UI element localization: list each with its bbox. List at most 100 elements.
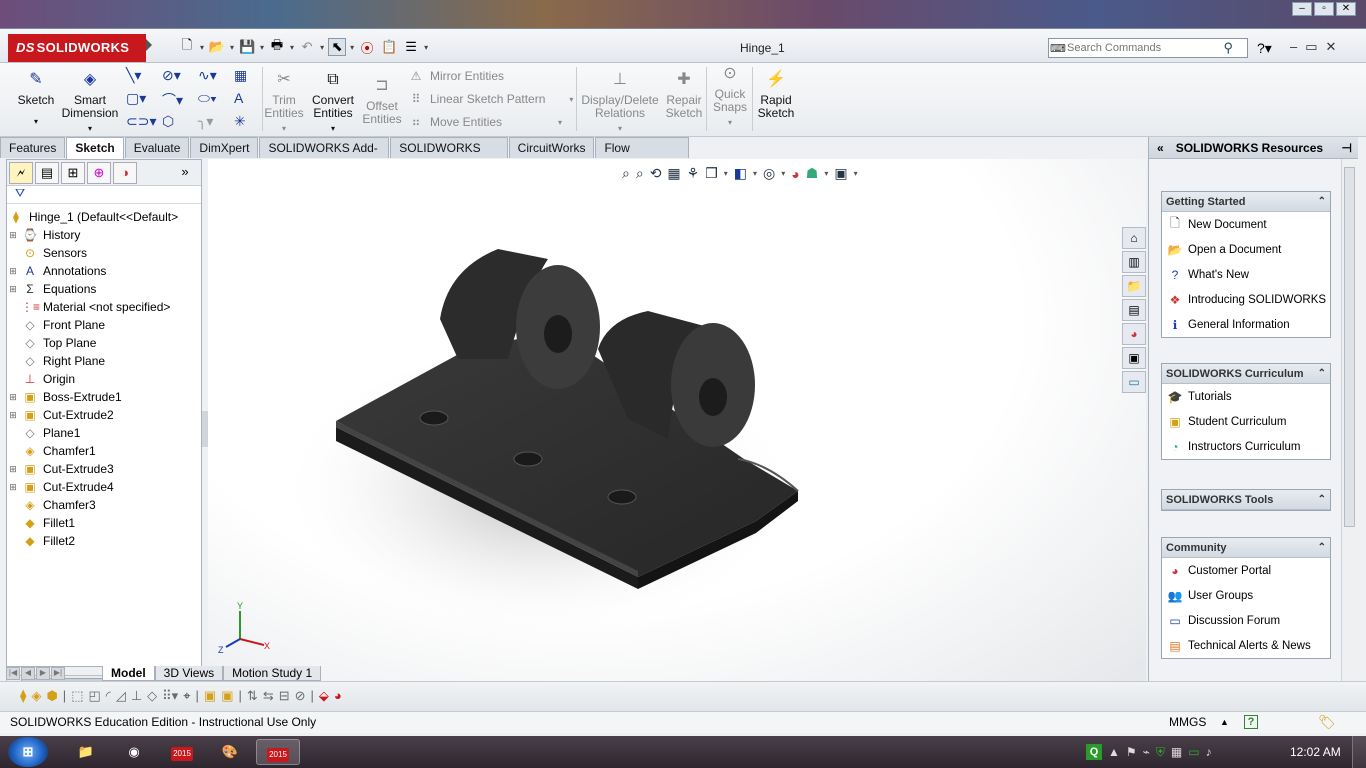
resource-link[interactable]: ◔ Instructors Curriculum xyxy=(1162,434,1330,459)
model-tab-model[interactable]: Model xyxy=(102,666,155,681)
fillet-sketch-icon[interactable]: ╮▾ xyxy=(198,113,234,136)
hinge-3d-model[interactable] xyxy=(208,159,1146,693)
expand-icon[interactable]: ⊞ xyxy=(7,410,19,421)
collapse-pane-icon[interactable]: « xyxy=(1157,137,1164,158)
tab-sketch[interactable]: Sketch xyxy=(66,137,124,159)
undo-icon[interactable]: ↶ xyxy=(298,38,316,56)
usb-icon[interactable]: ⌁ xyxy=(1143,745,1150,759)
restore-button[interactable]: ▭ xyxy=(1305,39,1317,55)
appearances-icon[interactable]: ◕ xyxy=(1122,323,1146,345)
configurationmanager-tab-icon[interactable]: ⊞ xyxy=(61,161,85,184)
replace-face-icon[interactable]: ⊟ xyxy=(279,688,290,704)
filter-icon[interactable]: ⛛ xyxy=(7,186,201,204)
task-pane-scrollbar[interactable] xyxy=(1341,159,1357,707)
mirror-entities-button[interactable]: ⚠ Mirror Entities xyxy=(408,69,504,83)
new-document-icon[interactable]: 🗋 xyxy=(178,37,196,56)
unit-system[interactable]: MMGS xyxy=(1169,712,1206,733)
model-tab-motion-study-1[interactable]: Motion Study 1 xyxy=(223,666,322,681)
print-icon[interactable]: 🖶 xyxy=(268,37,286,56)
expand-icon[interactable]: ⊞ xyxy=(7,464,19,475)
undo-dropdown-icon[interactable]: ▾ xyxy=(320,43,324,52)
repair-sketch-button[interactable]: ✚ Repair Sketch xyxy=(664,69,704,120)
search-commands-box[interactable]: ⌨ ⚲ xyxy=(1048,38,1248,58)
explorer-taskbar-icon[interactable]: 📁 xyxy=(64,739,108,765)
featuremanager-tab-icon[interactable]: 🗲 xyxy=(9,161,33,184)
revolved-boss-icon[interactable]: ◈ xyxy=(31,688,41,704)
shield-icon[interactable]: ⛨ xyxy=(1156,745,1165,760)
tab-solidworks-mbd[interactable]: SOLIDWORKS MBD xyxy=(390,137,508,175)
solidworks-active-taskbar-icon[interactable]: 2015 xyxy=(256,739,300,765)
dimxpert-tab-icon[interactable]: ⊕ xyxy=(87,161,111,184)
unit-up-arrow-icon[interactable]: ▲ xyxy=(1220,712,1229,733)
scroll-thumb[interactable] xyxy=(1344,167,1355,527)
resource-link[interactable]: ? What's New xyxy=(1162,262,1330,287)
pattern-dropdown-icon[interactable]: ▾ xyxy=(569,95,573,104)
graphics-area[interactable]: ⌕ ⌕ ⟲ ▦ ⚘ ❒ ▾ ◧ ▾ ◎ ▾ ◕ ☗ ▾ ▣ ▾ Y X Z ⌂ … xyxy=(208,159,1146,693)
file-explorer-icon[interactable]: 📁 xyxy=(1122,275,1146,297)
flag-icon[interactable]: ⚑ xyxy=(1126,745,1137,759)
up-arrow-tray-icon[interactable]: ▲ xyxy=(1108,745,1120,759)
resource-link[interactable]: ℹ General Information xyxy=(1162,312,1330,337)
tree-item[interactable]: ◇ Plane1 xyxy=(7,424,201,442)
outer-close-button[interactable]: ✕ xyxy=(1336,2,1356,16)
tree-item[interactable]: ◇ Right Plane xyxy=(7,352,201,370)
resource-link[interactable]: 📂 Open a Document xyxy=(1162,237,1330,262)
tab-features[interactable]: Features xyxy=(0,137,66,158)
sketch-dropdown-icon[interactable]: ▾ xyxy=(16,115,56,128)
tree-item[interactable]: ⊞ ▣ Cut-Extrude3 xyxy=(7,460,201,478)
chrome-taskbar-icon[interactable]: ◉ xyxy=(112,739,156,765)
file-properties-icon[interactable]: 📋 xyxy=(380,38,398,56)
solidworks-logo[interactable]: DS SOLIDWORKS xyxy=(8,34,146,62)
tag-icon[interactable]: 🏷 xyxy=(1318,712,1336,733)
propertymanager-tab-icon[interactable]: ▤ xyxy=(35,161,59,184)
hole-wizard-icon[interactable]: ⌖ xyxy=(183,688,190,704)
tree-item[interactable]: ⊥ Origin xyxy=(7,370,201,388)
forum-icon[interactable]: ▭ xyxy=(1122,371,1146,393)
tree-item[interactable]: ⋮≡ Material <not specified> xyxy=(7,298,201,316)
linear-sketch-pattern-button[interactable]: ⠿ Linear Sketch Pattern ▾ xyxy=(408,92,574,106)
shell-icon[interactable]: ◇ xyxy=(147,688,157,704)
tab-solidworks-add-ins[interactable]: SOLIDWORKS Add-Ins xyxy=(259,137,390,175)
clock[interactable]: 12:02 AM xyxy=(1290,745,1341,759)
resource-link[interactable]: ▤ Technical Alerts & News xyxy=(1162,633,1330,658)
resource-group-header[interactable]: Getting Started ⌃ xyxy=(1162,192,1330,212)
chamfer-feature-icon[interactable]: ◿ xyxy=(116,688,126,704)
solidworks-2015-taskbar-icon[interactable]: 2015 xyxy=(160,739,204,765)
boss-extrude-icon[interactable]: ▣ xyxy=(204,688,216,704)
rectangle-icon[interactable]: ▢▾ xyxy=(126,90,162,113)
show-desktop-button[interactable] xyxy=(1352,736,1366,768)
home-icon[interactable]: ⌂ xyxy=(1122,227,1146,249)
tab-circuitworks[interactable]: CircuitWorks xyxy=(508,137,595,158)
resource-link[interactable]: ❖ Introducing SOLIDWORKS xyxy=(1162,287,1330,312)
help-status-icon[interactable]: ? xyxy=(1244,715,1258,729)
display-manager-tab-icon[interactable]: ◑ xyxy=(113,161,137,184)
open-dropdown-icon[interactable]: ▾ xyxy=(230,43,234,52)
save-icon[interactable]: 💾 xyxy=(238,38,256,56)
tree-item[interactable]: ⊞ ⌚ History xyxy=(7,226,201,244)
resource-link[interactable]: ▭ Discussion Forum xyxy=(1162,608,1330,633)
open-folder-icon[interactable]: 📂 xyxy=(208,38,226,56)
tab-dimxpert[interactable]: DimXpert xyxy=(190,137,259,158)
save-dropdown-icon[interactable]: ▾ xyxy=(260,43,264,52)
tab-evaluate[interactable]: Evaluate xyxy=(124,137,190,158)
extruded-cut-icon[interactable]: ⬚ xyxy=(71,688,83,704)
circle-icon[interactable]: ⊘▾ xyxy=(162,67,198,90)
quick-snaps-button[interactable]: ⊙ Quick Snaps ▾ xyxy=(710,63,750,129)
collapse-chevron-icon[interactable]: ⌃ xyxy=(1318,192,1326,211)
view-palette-icon[interactable]: ▤ xyxy=(1122,299,1146,321)
rapid-sketch-button[interactable]: ⚡ Rapid Sketch xyxy=(756,69,796,120)
battery-icon[interactable]: ▭ xyxy=(1188,745,1199,759)
pattern-feature-icon[interactable]: ⠿▾ xyxy=(162,688,178,704)
arc-icon[interactable]: ⌒▾ xyxy=(162,90,198,113)
tree-item[interactable]: ◇ Front Plane xyxy=(7,316,201,334)
outer-minimize-button[interactable]: – xyxy=(1292,2,1312,16)
collapse-chevron-icon[interactable]: ⌃ xyxy=(1318,364,1326,383)
expand-icon[interactable]: ⊞ xyxy=(7,482,19,493)
ellipse-icon[interactable]: ⬭▾ xyxy=(198,90,234,113)
outer-maximize-button[interactable]: ▫ xyxy=(1314,2,1334,16)
cut-extrude-icon[interactable]: ▣ xyxy=(221,688,233,704)
quick-snaps-dropdown-icon[interactable]: ▾ xyxy=(710,116,750,129)
volume-icon[interactable]: ♪ xyxy=(1206,745,1212,759)
resource-link[interactable]: 👥 User Groups xyxy=(1162,583,1330,608)
select-cursor-icon[interactable]: ⬉ xyxy=(328,38,347,56)
